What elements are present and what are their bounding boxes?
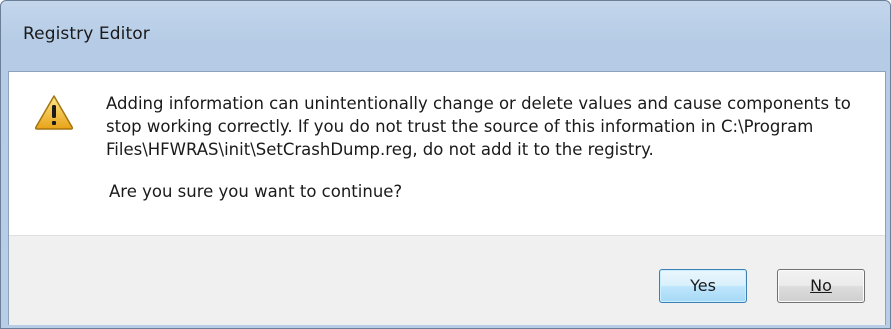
- title-bar[interactable]: Registry Editor: [1, 1, 890, 61]
- button-bar: Yes No: [9, 235, 885, 325]
- no-button[interactable]: No: [777, 269, 865, 303]
- confirm-question: Are you sure you want to continue?: [109, 182, 403, 201]
- message-area: Adding information can unintentionally c…: [9, 72, 885, 235]
- dialog-window: Registry Editor Adding information can u…: [0, 0, 891, 329]
- warning-icon: [34, 95, 74, 130]
- window-title: Registry Editor: [23, 24, 150, 44]
- yes-button[interactable]: Yes: [659, 269, 747, 303]
- warning-message: Adding information can unintentionally c…: [106, 94, 851, 159]
- dialog-body: Adding information can unintentionally c…: [8, 71, 886, 325]
- no-button-label: No: [810, 276, 832, 295]
